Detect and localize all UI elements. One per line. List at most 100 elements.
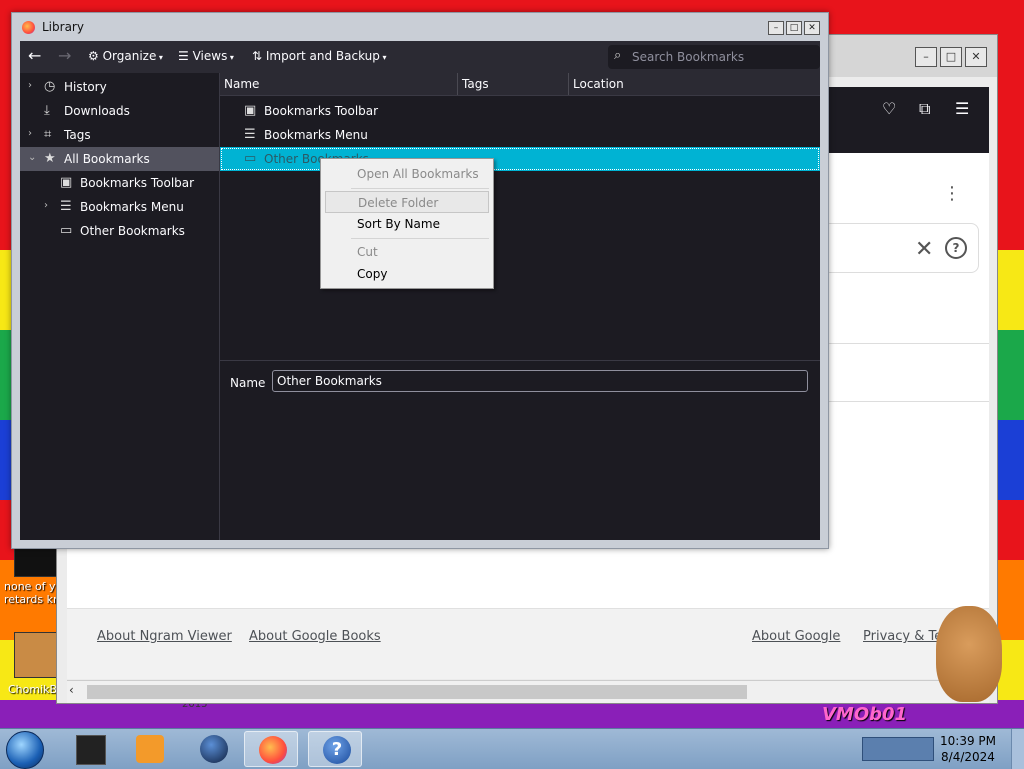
firefox-icon xyxy=(22,21,35,34)
chevron-down-icon: ▾ xyxy=(227,53,234,62)
menu-item-delete-folder[interactable]: Delete Folder xyxy=(325,191,489,213)
download-icon: ⤓ xyxy=(44,103,50,118)
chevron-down-icon: ▾ xyxy=(379,53,387,62)
close-icon[interactable]: ✕ xyxy=(965,47,987,67)
chevron-down-icon[interactable]: ⌄ xyxy=(28,152,36,163)
menu-item-cut[interactable]: Cut xyxy=(325,241,489,263)
taskbar: ? 10:39 PM 8/4/2024 xyxy=(0,728,1024,769)
extensions-icon[interactable]: ⧉ xyxy=(919,99,930,119)
name-field[interactable]: Other Bookmarks xyxy=(272,370,808,392)
clock-time: 10:39 PM xyxy=(940,734,996,748)
globe-icon xyxy=(200,735,228,763)
sidebar-item-downloads[interactable]: ⤓ Downloads xyxy=(20,99,219,123)
column-header-name[interactable]: Name xyxy=(224,77,259,91)
sort-arrows-icon: ⇅ xyxy=(252,49,263,63)
column-header-location[interactable]: Location xyxy=(573,77,624,91)
menu-item-sort-by-name[interactable]: Sort By Name xyxy=(325,213,489,235)
taskbar-app-help[interactable]: ? xyxy=(308,731,362,767)
firefox-icon xyxy=(259,736,287,764)
sidebar-item-other-bookmarks[interactable]: ▭ Other Bookmarks xyxy=(20,219,219,243)
tag-icon: ⌗ xyxy=(44,127,52,142)
gear-icon: ⚙ xyxy=(88,49,99,63)
column-headers: Name Tags Location xyxy=(220,73,820,96)
library-sidebar: › ◷ History ⤓ Downloads › ⌗ Tags ⌄ ★ All… xyxy=(20,73,220,540)
more-options-icon[interactable]: ⋮ xyxy=(943,183,961,204)
taskbar-clock[interactable]: 10:39 PM 8/4/2024 xyxy=(940,733,996,765)
sidebar-item-bookmarks-menu[interactable]: › ☰ Bookmarks Menu xyxy=(20,195,219,219)
menu-item-copy[interactable]: Copy xyxy=(325,263,489,285)
show-desktop-button[interactable] xyxy=(1011,729,1024,769)
hamster-desktop-pet xyxy=(936,606,1002,702)
library-window-controls: – □ ✕ xyxy=(768,21,820,35)
column-header-tags[interactable]: Tags xyxy=(462,77,489,91)
search-bookmarks-input[interactable]: ⌕ Search Bookmarks xyxy=(608,45,820,69)
library-titlebar: Library – □ ✕ xyxy=(12,13,828,41)
browser-window-controls: – □ ✕ xyxy=(915,47,987,67)
chevron-right-icon[interactable]: › xyxy=(28,80,32,91)
context-menu: Open All Bookmarks Delete Folder Sort By… xyxy=(320,158,494,289)
name-label: Name xyxy=(230,376,266,390)
folder-icon: ▭ xyxy=(244,151,257,166)
pocket-icon[interactable]: ♡ xyxy=(882,99,896,118)
column-separator[interactable] xyxy=(457,73,458,95)
sidebar-item-bookmarks-toolbar[interactable]: ▣ Bookmarks Toolbar xyxy=(20,171,219,195)
taskbar-app-media-player[interactable] xyxy=(122,731,176,767)
chevron-right-icon[interactable]: › xyxy=(44,200,48,211)
chevron-down-icon: ▾ xyxy=(156,53,163,62)
scroll-left-icon[interactable]: ‹ xyxy=(69,683,74,697)
forward-icon[interactable]: → xyxy=(58,46,71,65)
scrollbar-thumb[interactable] xyxy=(87,685,747,699)
column-separator[interactable] xyxy=(568,73,569,95)
maximize-icon[interactable]: □ xyxy=(940,47,962,67)
details-pane: Name Other Bookmarks xyxy=(220,360,820,540)
table-row-selected[interactable]: ▭ Other Bookmarks xyxy=(220,147,820,171)
help-icon: ? xyxy=(323,736,351,764)
back-icon[interactable]: ← xyxy=(28,46,41,65)
media-player-icon xyxy=(136,735,164,763)
bookmarks-menu-icon: ☰ xyxy=(60,199,72,214)
import-backup-button[interactable]: ⇅ Import and Backup ▾ xyxy=(252,49,386,63)
taskbar-app-terminal[interactable] xyxy=(62,731,116,767)
clear-icon[interactable]: ✕ xyxy=(915,237,933,262)
taskbar-app-firefox[interactable] xyxy=(244,731,298,767)
about-google-link[interactable]: About Google xyxy=(752,629,840,644)
minimize-icon[interactable]: – xyxy=(768,21,784,35)
desktop-icon-label[interactable]: none of y retards kn xyxy=(4,580,64,606)
help-icon[interactable]: ? xyxy=(945,237,967,259)
library-toolbar: ← → ⚙ Organize ▾ ☰ Views ▾ ⇅ Import and … xyxy=(20,41,820,73)
hamburger-menu-icon[interactable]: ☰ xyxy=(955,99,969,118)
start-button[interactable] xyxy=(6,731,44,769)
about-ngram-link[interactable]: About Ngram Viewer xyxy=(97,629,232,644)
sidebar-item-all-bookmarks[interactable]: ⌄ ★ All Bookmarks xyxy=(20,147,219,171)
sidebar-item-history[interactable]: › ◷ History xyxy=(20,75,219,99)
taskbar-app-globe[interactable] xyxy=(186,731,240,767)
organize-button[interactable]: ⚙ Organize ▾ xyxy=(88,49,163,63)
table-row[interactable]: ☰ Bookmarks Menu xyxy=(220,123,820,147)
horizontal-scrollbar[interactable]: ‹ xyxy=(67,680,989,703)
chevron-right-icon[interactable]: › xyxy=(28,128,32,139)
menu-separator xyxy=(351,238,489,239)
close-icon[interactable]: ✕ xyxy=(804,21,820,35)
search-icon: ⌕ xyxy=(614,48,622,63)
window-title: Library xyxy=(42,20,84,34)
menu-separator xyxy=(351,188,489,189)
folder-icon: ▭ xyxy=(60,223,73,238)
maximize-icon[interactable]: □ xyxy=(786,21,802,35)
bookmarks-list: Name Tags Location ▣ Bookmarks Toolbar ☰… xyxy=(220,73,820,360)
about-books-link[interactable]: About Google Books xyxy=(249,629,381,644)
table-row[interactable]: ▣ Bookmarks Toolbar xyxy=(220,99,820,123)
desktop-icon-thumbnail-hamster[interactable] xyxy=(14,632,58,678)
system-tray[interactable] xyxy=(862,737,934,761)
bookmarks-toolbar-icon: ▣ xyxy=(244,103,257,118)
minimize-icon[interactable]: – xyxy=(915,47,937,67)
bookmarks-menu-icon: ☰ xyxy=(244,127,256,142)
clock-icon: ◷ xyxy=(44,79,56,94)
desktop-icon-thumbnail[interactable] xyxy=(14,545,58,577)
desktop-icon-label[interactable]: ChomikB xyxy=(8,683,57,696)
library-body: › ◷ History ⤓ Downloads › ⌗ Tags ⌄ ★ All… xyxy=(20,73,820,540)
views-button[interactable]: ☰ Views ▾ xyxy=(178,49,234,63)
menu-item-open-all-bookmarks[interactable]: Open All Bookmarks xyxy=(325,163,489,185)
bookmarks-toolbar-icon: ▣ xyxy=(60,175,73,190)
sidebar-item-tags[interactable]: › ⌗ Tags xyxy=(20,123,219,147)
star-icon: ★ xyxy=(44,151,56,166)
